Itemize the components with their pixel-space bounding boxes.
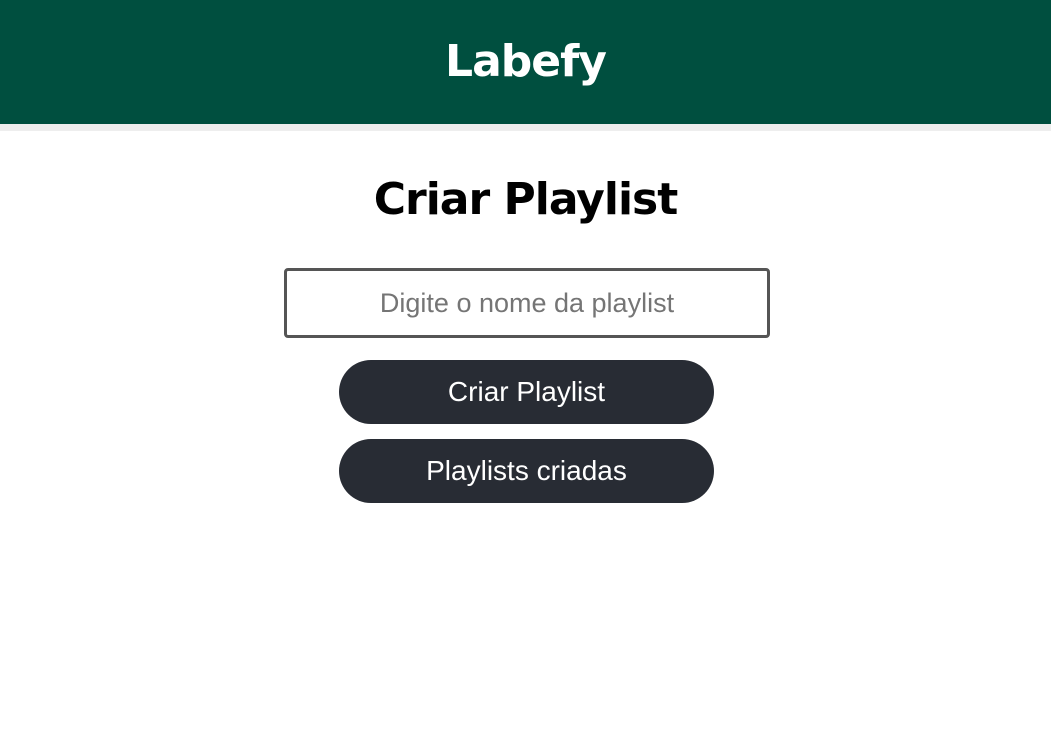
create-playlist-button[interactable]: Criar Playlist [339,360,714,424]
app-title: Labefy [445,35,607,87]
header-divider [0,124,1051,131]
created-playlists-button-label: Playlists criadas [426,455,627,486]
app-header: Labefy [0,0,1051,124]
page-title: Criar Playlist [373,174,679,225]
create-playlist-button-label: Criar Playlist [447,376,606,407]
playlist-name-input[interactable] [284,268,770,338]
created-playlists-button[interactable]: Playlists criadas [339,439,714,503]
